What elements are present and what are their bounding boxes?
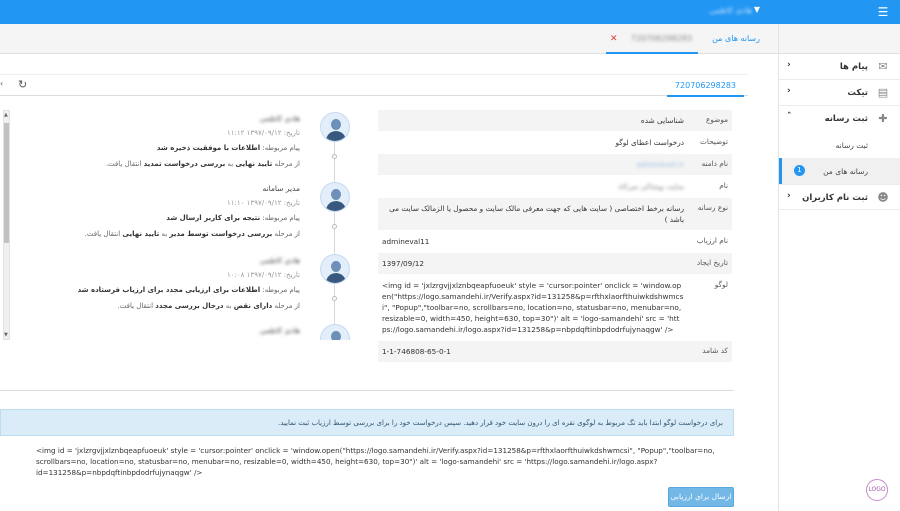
table-row: لوگو <img id = 'jxlzrgvjjxlznbqeapfuoeuk… [378, 274, 732, 341]
sidebar-item-ticket[interactable]: ▤ تیکت ‹ [779, 80, 900, 106]
timeline-entry: مدیر سامانه تاریخ: ۱۳۹۷/۰۹/۱۲ ۱۱:۱۰ پیام… [84, 184, 300, 238]
user-name[interactable]: هادی کاظمی [709, 6, 752, 15]
sidebar-item-register-media[interactable]: ✚ ثبت رسانه ˆ [779, 106, 900, 132]
table-row: توضیحات درخواست اعطای لوگو [378, 131, 732, 154]
chevron-left-icon: ‹ [787, 191, 791, 201]
sidebar-item-messages[interactable]: ✉ پیام ها ‹ [779, 54, 900, 80]
domain-value[interactable]: adminlevel.ir [636, 160, 684, 169]
sidebar: ✉ پیام ها ‹ ▤ تیکت ‹ ✚ ثبت رسانه ˆ ثبت ر… [778, 24, 900, 511]
table-row: نام سایت پوشاکی میرکاه [378, 175, 732, 198]
history-timeline[interactable]: ▲ ▼ هادی کاظمی تاریخ: ۱۳۹۷/۰۹/۱۲ ۱۱:۱۲ پ… [0, 110, 370, 340]
table-row: موضوع شناسایی شده [378, 110, 732, 132]
timeline-scrollbar[interactable]: ▲ ▼ [3, 110, 10, 340]
avatar [320, 254, 350, 284]
scroll-up-icon[interactable]: ▲ [4, 112, 8, 118]
chevron-left-icon: ‹ [787, 86, 791, 96]
timeline-dot [332, 224, 337, 229]
chevron-left-icon[interactable]: ‹ [0, 79, 3, 88]
chevron-up-icon: ˆ [787, 112, 792, 122]
timeline-entry: هادی کاظمی تاریخ: ۱۳۹۷/۰۹/۱۲ ۱۰:۰۸ پیام … [77, 256, 300, 310]
tab-my-media[interactable]: رسانه های من [712, 24, 760, 54]
timeline-entry: هادی کاظمی [259, 326, 300, 335]
tab-document[interactable]: 720706298283 ✕ [606, 24, 698, 54]
timeline-dot [332, 296, 337, 301]
document-toolbar: 720706298283 ↻ ‹ [0, 74, 748, 97]
top-app-bar: ▼ هادی کاظمی ☰ [0, 0, 900, 24]
submit-for-review-button[interactable]: ارسال برای ارزیابی [668, 487, 734, 507]
chat-icon: ▤ [877, 86, 889, 99]
user-menu-chevron-icon[interactable]: ▼ [754, 5, 760, 14]
refresh-icon[interactable]: ↻ [18, 78, 27, 91]
hamburger-menu-icon[interactable]: ☰ [876, 5, 890, 19]
chevron-left-icon: ‹ [787, 60, 791, 70]
table-row: نام دامنه adminlevel.ir [378, 153, 732, 176]
sidebar-item-label: پیام ها [839, 62, 868, 72]
name-value: سایت پوشاکی میرکاه [618, 182, 684, 191]
brand-logo: LOGO [866, 479, 888, 501]
info-notice: برای درخواست لوگو ابتدا باید تگ مربوط به… [0, 409, 734, 436]
divider [0, 390, 734, 391]
table-row: کد شامد 1-1-746808-65-0-1 [378, 340, 732, 363]
close-tab-icon[interactable]: ✕ [610, 24, 618, 54]
document-id-tab[interactable]: 720706298283 [666, 75, 744, 97]
sidebar-header [779, 24, 900, 54]
tab-document-label: 720706298283 [630, 34, 692, 43]
tabs-bar: رسانه های من 720706298283 ✕ [0, 24, 778, 54]
avatar [320, 112, 350, 142]
table-row: تاریخ ایجاد 1397/09/12 [378, 252, 732, 275]
count-badge: 1 [794, 165, 805, 176]
document-add-icon: ✚ [878, 112, 888, 125]
scroll-down-icon[interactable]: ▼ [4, 332, 8, 338]
sidebar-item-label: ثبت نام کاربران [802, 193, 868, 203]
sidebar-subitem-label: ثبت رسانه [835, 141, 868, 150]
sidebar-subitem-label: رسانه های من [823, 167, 868, 176]
details-table: موضوع شناسایی شده توضیحات درخواست اعطای … [378, 110, 732, 363]
person-add-icon: ☻ [877, 191, 889, 204]
sidebar-item-user-registration[interactable]: ☻ ثبت نام کاربران ‹ [779, 184, 900, 210]
sidebar-subitem-register-media[interactable]: ثبت رسانه [779, 132, 900, 158]
avatar [320, 182, 350, 212]
sidebar-item-label: ثبت رسانه [824, 114, 868, 124]
table-row: نوع رسانه رسانه برخط اختصاصی ( سایت هایی… [378, 197, 732, 231]
brand-logo-text: LOGO [868, 486, 886, 493]
main-content: 720706298283 ↻ ‹ موضوع شناسایی شده توضیح… [0, 54, 778, 511]
logo-code-snippet[interactable]: <img id = 'jxlzrgvjjxlznbqeapfuoeuk' sty… [36, 445, 736, 478]
avatar [320, 324, 350, 340]
timeline-entry: هادی کاظمی تاریخ: ۱۳۹۷/۰۹/۱۲ ۱۱:۱۲ پیام … [105, 114, 300, 168]
timeline-dot [332, 154, 337, 159]
mail-icon: ✉ [878, 60, 888, 73]
scrollbar-thumb[interactable] [4, 123, 9, 243]
table-row: نام ارزیاب admineval11 [378, 230, 732, 253]
timeline-line [334, 130, 335, 340]
sidebar-item-label: تیکت [847, 88, 868, 98]
sidebar-subitem-my-media[interactable]: رسانه های من 1 [779, 158, 900, 184]
